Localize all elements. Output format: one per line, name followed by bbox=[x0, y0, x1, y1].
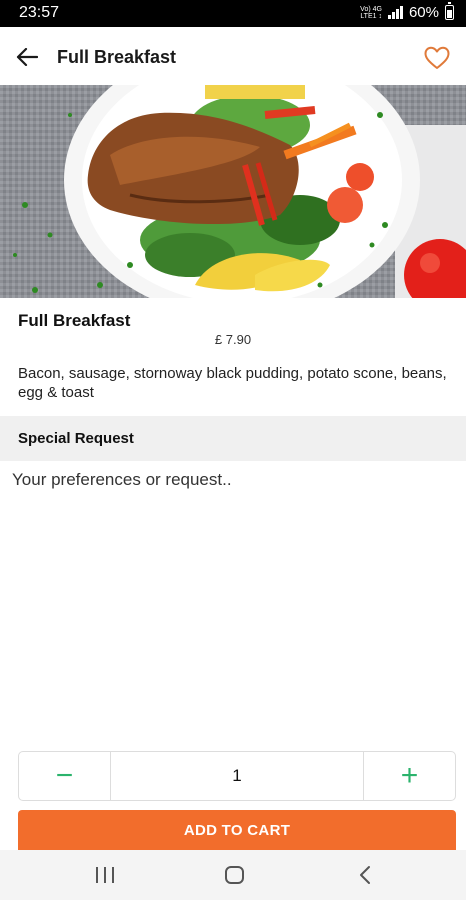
increase-quantity-button[interactable]: + bbox=[363, 752, 455, 800]
status-icons: Vo) 4G LTE1 ↕ 60% bbox=[360, 2, 454, 21]
special-request-input[interactable] bbox=[12, 470, 452, 730]
product-name: Full Breakfast bbox=[18, 311, 131, 330]
product-description: Bacon, sausage, stornoway black pudding,… bbox=[18, 365, 447, 401]
network-label-bottom: LTE1 ↕ bbox=[360, 12, 382, 20]
back-button[interactable] bbox=[14, 44, 40, 70]
app-header: Full Breakfast bbox=[0, 27, 466, 85]
add-to-cart-button[interactable]: ADD TO CART bbox=[18, 810, 456, 850]
heart-outline-icon bbox=[424, 46, 450, 69]
page-title: Full Breakfast bbox=[57, 47, 177, 67]
product-image bbox=[0, 85, 466, 298]
quantity-value: 1 bbox=[232, 766, 242, 785]
special-request-title: Special Request bbox=[18, 430, 134, 447]
network-label-top: Vo) 4G bbox=[360, 5, 382, 13]
decrease-quantity-button[interactable]: − bbox=[19, 752, 111, 800]
home-icon[interactable] bbox=[225, 866, 244, 884]
status-time: 23:57 bbox=[19, 4, 60, 21]
battery-percent: 60% bbox=[408, 4, 439, 21]
quantity-stepper: − 1 + bbox=[18, 751, 456, 801]
battery-icon bbox=[445, 2, 454, 20]
favorite-button[interactable] bbox=[424, 46, 450, 70]
product-price: £ 7.90 bbox=[214, 332, 252, 347]
status-bar: 23:57 Vo) 4G LTE1 ↕ 60% bbox=[0, 0, 466, 27]
network-indicator: Vo) 4G LTE1 ↕ bbox=[360, 6, 382, 20]
recents-icon[interactable] bbox=[96, 867, 114, 883]
special-request-header: Special Request bbox=[0, 416, 466, 461]
system-nav-bar bbox=[0, 850, 466, 900]
signal-icon bbox=[387, 6, 403, 19]
nav-back-icon[interactable] bbox=[357, 865, 373, 885]
arrow-left-icon bbox=[16, 48, 38, 66]
